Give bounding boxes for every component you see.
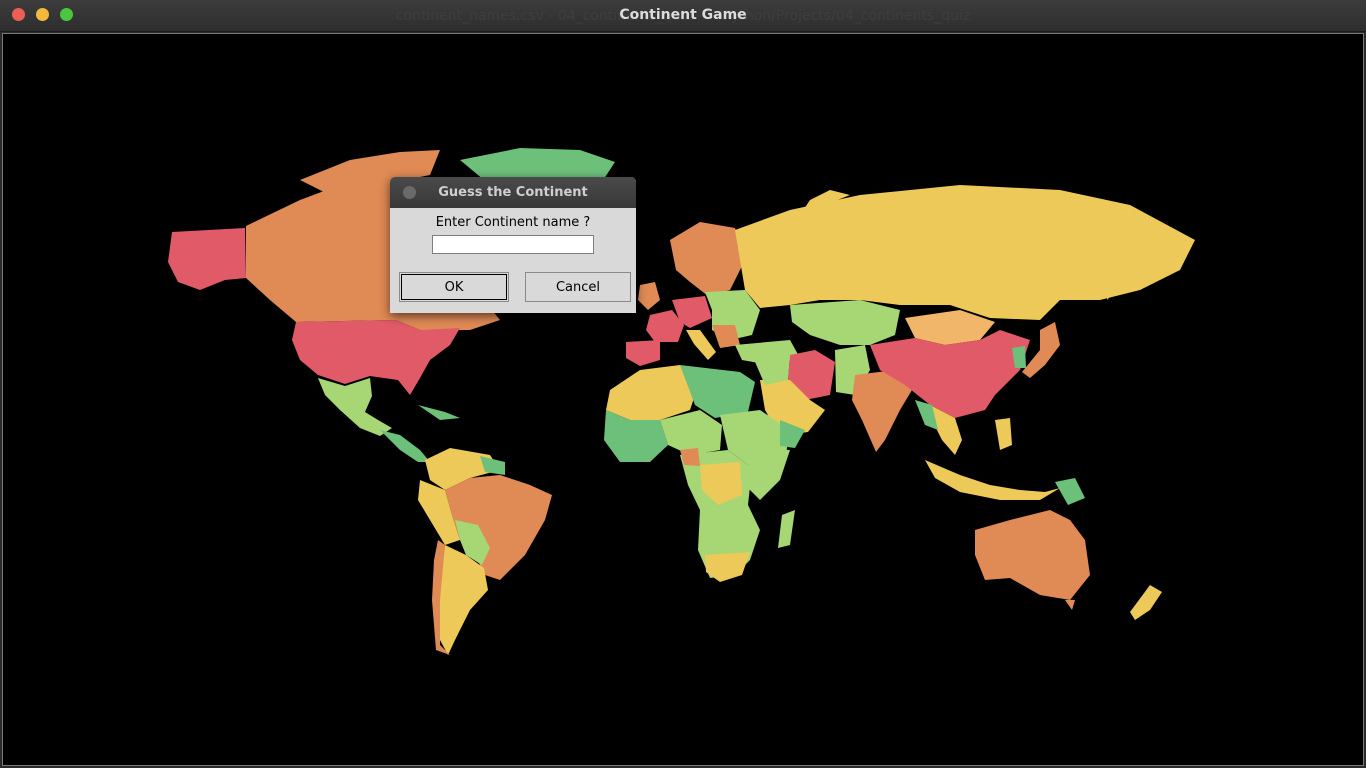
iberia: [626, 340, 660, 366]
dialog-titlebar: Guess the Continent: [390, 177, 636, 208]
minimize-window-button[interactable]: [36, 8, 49, 21]
philippines: [995, 418, 1012, 450]
new-zealand: [1130, 585, 1162, 620]
continent-input[interactable]: [432, 235, 594, 254]
libya-egypt: [680, 365, 755, 418]
caribbean: [418, 405, 460, 420]
central-asia: [790, 300, 900, 345]
guess-continent-dialog: Guess the Continent Enter Continent name…: [390, 177, 636, 313]
cancel-button[interactable]: Cancel: [525, 272, 631, 302]
madagascar: [778, 510, 795, 548]
italy: [686, 330, 716, 360]
usa: [292, 320, 460, 395]
japan: [1022, 322, 1060, 378]
mexico: [318, 378, 392, 436]
dialog-title: Guess the Continent: [438, 185, 588, 200]
indonesia: [925, 460, 1060, 500]
world-map: [168, 148, 1195, 655]
background-window-title: continent_names.csv - 04_continents_quiz…: [395, 8, 971, 24]
balkans: [712, 325, 740, 348]
close-window-button[interactable]: [12, 8, 25, 21]
east-africa: [745, 448, 790, 500]
papua: [1055, 478, 1085, 505]
window-titlebar: continent_names.csv - 04_continents_quiz…: [0, 0, 1366, 32]
central-america: [380, 430, 430, 462]
russia: [735, 185, 1195, 320]
dialog-prompt: Enter Continent name ?: [435, 215, 591, 230]
iraq-syria: [752, 355, 790, 385]
scandinavia: [670, 222, 745, 296]
tasmania: [1065, 600, 1075, 610]
uk: [638, 282, 660, 310]
maximize-window-button[interactable]: [60, 8, 73, 21]
window-title: Continent Game: [619, 7, 747, 23]
ok-button[interactable]: OK: [399, 272, 509, 302]
alaska: [168, 228, 246, 290]
map-canvas[interactable]: [2, 33, 1364, 766]
australia: [975, 510, 1090, 600]
